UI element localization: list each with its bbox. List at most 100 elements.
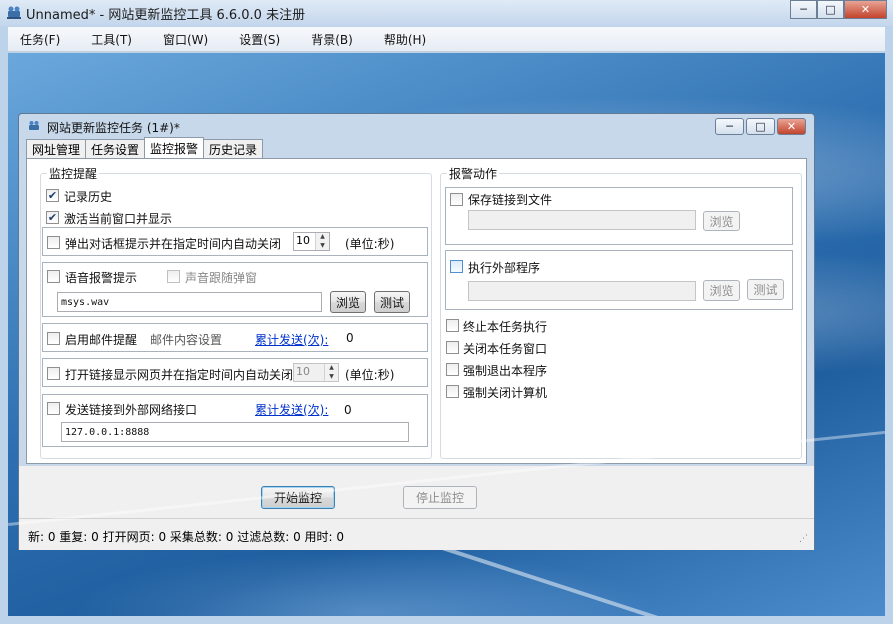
menu-bar: 任务(F) 工具(T) 窗口(W) 设置(S) 背景(B) 帮助(H) [8, 27, 885, 52]
status-text: 新: 0 重复: 0 打开网页: 0 采集总数: 0 过滤总数: 0 用时: 0 [28, 530, 345, 544]
popup-unit-label: (单位:秒) [345, 237, 395, 251]
task-window-icon [29, 121, 39, 130]
minimize-button[interactable]: ─ [790, 0, 817, 19]
menu-tools[interactable]: 工具(T) [85, 29, 138, 50]
popup-seconds-value: 10 [296, 234, 310, 247]
title-bar[interactable]: Unnamed* - 网站更新监控工具 6.6.0.0 未注册 ─ □ ✕ [0, 0, 893, 26]
email-alert-checkbox[interactable] [47, 332, 60, 345]
status-bar: 新: 0 重复: 0 打开网页: 0 采集总数: 0 过滤总数: 0 用时: 0… [19, 518, 814, 550]
open-link-unit-label: (单位:秒) [345, 368, 395, 382]
task-maximize-button[interactable]: □ [746, 118, 775, 135]
save-links-box: 保存链接到文件 浏览 [445, 187, 793, 245]
send-link-box: 发送链接到外部网络接口 累计发送(次): 0 127.0.0.1:8888 [42, 394, 428, 447]
email-alert-box: 启用邮件提醒 邮件内容设置 累计发送(次): 0 [42, 323, 428, 352]
tab-monitor-alert[interactable]: 监控报警 [144, 137, 205, 158]
tab-url-management[interactable]: 网址管理 [26, 139, 87, 158]
send-link-count-link[interactable]: 累计发送(次): [255, 401, 328, 418]
task-window-controls: ─ □ ✕ [713, 118, 806, 135]
mdi-client-area: 网站更新监控任务 (1#)* ─ □ ✕ 网址管理 任务设置 监控报警 历史记录… [8, 53, 885, 616]
run-program-label: 执行外部程序 [468, 261, 541, 275]
stop-monitor-button[interactable]: 停止监控 [403, 486, 477, 509]
spin-up-icon[interactable]: ▲ [316, 233, 329, 242]
follow-popup-checkbox[interactable] [167, 270, 180, 283]
email-sent-count: 0 [346, 331, 354, 345]
program-path-input[interactable] [468, 281, 696, 301]
menu-window[interactable]: 窗口(W) [157, 29, 214, 50]
endpoint-input[interactable]: 127.0.0.1:8888 [61, 422, 409, 442]
app-icon [7, 6, 21, 19]
exit-program-checkbox[interactable] [446, 363, 459, 376]
run-program-checkbox[interactable] [450, 260, 463, 273]
record-history-checkbox[interactable]: ✔ [46, 189, 59, 202]
tab-history[interactable]: 历史记录 [203, 139, 264, 158]
activate-window-label: 激活当前窗口并显示 [64, 212, 173, 226]
activate-window-checkbox[interactable]: ✔ [46, 211, 59, 224]
run-program-box: 执行外部程序 浏览 测试 [445, 250, 793, 310]
resize-grip-icon[interactable]: ⋰ [799, 534, 811, 546]
popup-seconds-spinner[interactable]: 10 ▲ ▼ [293, 232, 330, 251]
email-sent-count-link[interactable]: 累计发送(次): [255, 331, 328, 348]
sound-browse-button[interactable]: 浏览 [330, 291, 366, 313]
save-links-browse-button[interactable]: 浏览 [703, 211, 740, 231]
sound-test-button[interactable]: 测试 [374, 291, 410, 313]
task-minimize-button[interactable]: ─ [715, 118, 744, 135]
task-window-title-bar[interactable]: 网站更新监控任务 (1#)* ─ □ ✕ [19, 114, 814, 138]
close-task-window-checkbox[interactable] [446, 341, 459, 354]
shutdown-checkbox[interactable] [446, 385, 459, 398]
shutdown-label: 强制关闭计算机 [463, 386, 548, 400]
email-content-settings-link[interactable]: 邮件内容设置 [150, 331, 222, 348]
record-history-label: 记录历史 [64, 190, 113, 204]
tab-strip: 网址管理 任务设置 监控报警 历史记录 [26, 137, 264, 159]
program-browse-button[interactable]: 浏览 [703, 280, 740, 301]
task-close-button[interactable]: ✕ [777, 118, 806, 135]
email-alert-label: 启用邮件提醒 [65, 333, 138, 347]
spin-up-icon[interactable]: ▲ [325, 364, 338, 373]
monitor-alert-page: 监控提醒 ✔ 记录历史 ✔ 激活当前窗口并显示 弹出对话框提示并在指定时间内自动… [26, 158, 807, 464]
menu-task[interactable]: 任务(F) [14, 29, 66, 50]
open-link-checkbox[interactable] [47, 367, 60, 380]
spin-down-icon[interactable]: ▼ [316, 241, 329, 250]
open-link-seconds-spinner[interactable]: 10 ▲ ▼ [293, 363, 339, 382]
close-button[interactable]: ✕ [844, 0, 887, 19]
exit-program-label: 强制退出本程序 [463, 364, 548, 378]
monitor-alert-group: 监控提醒 ✔ 记录历史 ✔ 激活当前窗口并显示 弹出对话框提示并在指定时间内自动… [40, 165, 432, 459]
menu-settings[interactable]: 设置(S) [233, 29, 286, 50]
action-area: 开始监控 停止监控 [19, 466, 814, 518]
menu-background[interactable]: 背景(B) [305, 29, 359, 50]
popup-dialog-box: 弹出对话框提示并在指定时间内自动关闭 10 ▲ ▼ (单位:秒) [42, 227, 428, 256]
sound-file-input[interactable]: msys.wav [57, 292, 322, 312]
close-task-window-label: 关闭本任务窗口 [463, 342, 548, 356]
open-link-label: 打开链接显示网页并在指定时间内自动关闭 [65, 368, 294, 382]
task-window-title: 网站更新监控任务 (1#)* [47, 121, 180, 135]
save-links-checkbox[interactable] [450, 193, 463, 206]
alarm-action-group: 报警动作 保存链接到文件 浏览 执行外部程序 浏览 测试 终止本任务执行 关闭本… [440, 165, 802, 459]
start-monitor-button[interactable]: 开始监控 [261, 486, 335, 509]
spin-down-icon[interactable]: ▼ [325, 372, 338, 381]
open-link-seconds-value: 10 [296, 365, 310, 378]
monitor-alert-group-title: 监控提醒 [47, 165, 100, 182]
open-link-box: 打开链接显示网页并在指定时间内自动关闭 10 ▲ ▼ (单位:秒) [42, 358, 428, 387]
program-test-button[interactable]: 测试 [747, 279, 784, 300]
tab-task-settings[interactable]: 任务设置 [85, 139, 146, 158]
voice-alert-box: 语音报警提示 声音跟随弹窗 msys.wav 浏览 测试 [42, 262, 428, 317]
popup-dialog-checkbox[interactable] [47, 236, 60, 249]
maximize-button[interactable]: □ [817, 0, 844, 19]
task-window: 网站更新监控任务 (1#)* ─ □ ✕ 网址管理 任务设置 监控报警 历史记录… [18, 113, 815, 550]
voice-alert-checkbox[interactable] [47, 270, 60, 283]
main-window: Unnamed* - 网站更新监控工具 6.6.0.0 未注册 ─ □ ✕ 任务… [0, 0, 893, 624]
window-controls: ─ □ ✕ [790, 0, 887, 19]
follow-popup-label: 声音跟随弹窗 [185, 271, 258, 285]
voice-alert-label: 语音报警提示 [65, 271, 138, 285]
stop-task-label: 终止本任务执行 [463, 320, 548, 334]
save-links-path-input[interactable] [468, 210, 696, 230]
window-title: Unnamed* - 网站更新监控工具 6.6.0.0 未注册 [26, 8, 306, 23]
menu-help[interactable]: 帮助(H) [378, 29, 432, 50]
stop-task-checkbox[interactable] [446, 319, 459, 332]
spinner-arrows[interactable]: ▲ ▼ [315, 233, 329, 250]
save-links-label: 保存链接到文件 [468, 193, 553, 207]
spinner-arrows[interactable]: ▲ ▼ [324, 364, 338, 381]
send-link-count: 0 [344, 403, 352, 417]
send-link-checkbox[interactable] [47, 402, 60, 415]
alarm-action-group-title: 报警动作 [447, 165, 500, 182]
send-link-label: 发送链接到外部网络接口 [65, 403, 198, 417]
